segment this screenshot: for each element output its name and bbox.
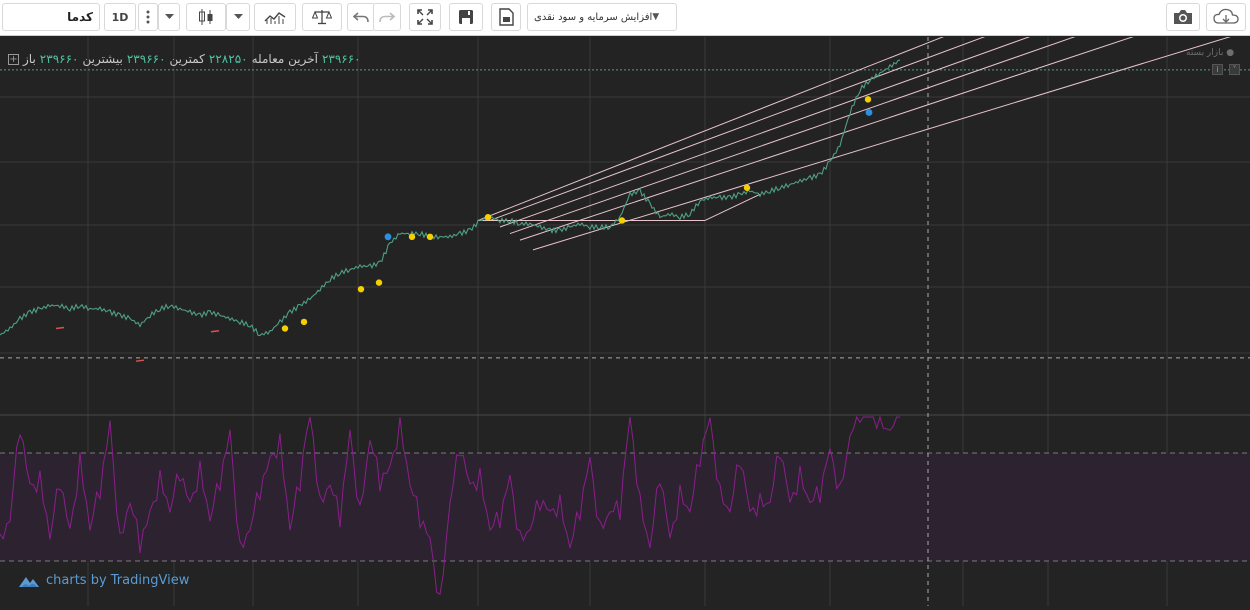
event-marker-yellow [300,318,308,326]
event-marker-yellow [743,184,751,191]
layout-name: افزایش سرمایه و سود نقدی [534,11,653,23]
chevron-down-icon[interactable] [226,3,250,31]
down-tick [135,359,145,362]
fullscreen-icon[interactable] [409,3,441,31]
open-value: ۲۳۹۶۶۰ [39,52,79,66]
high-value: ۲۳۹۶۶۰ [126,52,166,66]
collapse-icon[interactable]: ˅ [1229,64,1240,75]
info-icon[interactable]: i [1212,64,1223,75]
tradingview-watermark[interactable]: charts by TradingView [18,573,189,588]
event-marker-yellow [408,233,416,241]
symbol-search-input[interactable]: کدما [2,3,100,31]
down-tick [55,326,65,330]
candlestick-icon[interactable] [186,3,226,31]
oscillator-band [0,453,1250,561]
event-marker-yellow [864,96,872,103]
undo-icon[interactable] [347,3,375,31]
indicators-icon[interactable] [254,3,296,31]
event-marker-yellow [375,279,383,286]
save-icon[interactable] [449,3,483,31]
interval-button[interactable]: 1D [104,3,136,31]
cloud-download-icon[interactable] [1206,3,1246,31]
event-marker-yellow [357,285,365,293]
top-toolbar: کدما 1D افزایش سرمایه و سود نقدی ▼ [0,0,1250,36]
ohlc-legend: + باز ۲۳۹۶۶۰ بیشترین ۲۳۹۶۶۰ کمترین ۲۲۸۲۵… [8,51,361,67]
low-label: کمترین [169,52,205,66]
event-marker-blue [384,233,392,241]
event-marker-yellow [281,325,289,332]
interval-label: 1D [111,10,129,24]
plus-box-icon[interactable]: + [8,53,19,65]
high-label: بیشترین [82,52,123,66]
event-marker-yellow [426,233,434,241]
camera-icon[interactable] [1166,3,1200,31]
layout-select[interactable]: افزایش سرمایه و سود نقدی ▼ [527,3,677,31]
tradingview-logo-icon [19,576,39,587]
price-chart[interactable] [0,0,1250,606]
chevron-down-icon[interactable] [158,3,180,31]
low-value: ۲۲۸۲۵۰ [208,52,248,66]
redo-icon[interactable] [373,3,401,31]
chevron-down-icon: ▼ [652,12,660,22]
close-value: ۲۳۹۶۶۰ [321,52,361,66]
watermark-text: charts by TradingView [46,573,190,588]
event-marker-yellow [484,213,492,221]
close-label: آخرین معامله [251,52,318,66]
open-label: باز [23,52,36,66]
event-marker-yellow [618,217,626,224]
symbol-text: کدما [67,10,93,24]
more-vertical-icon[interactable] [138,3,158,31]
down-tick [210,329,220,333]
market-status-badge: بازار بسته ● [1186,48,1235,58]
event-marker-blue [865,109,873,116]
scale-balance-icon[interactable] [302,3,342,31]
load-layout-icon[interactable] [491,3,521,31]
chart-area[interactable]: + باز ۲۳۹۶۶۰ بیشترین ۲۳۹۶۶۰ کمترین ۲۲۸۲۵… [0,0,1250,606]
